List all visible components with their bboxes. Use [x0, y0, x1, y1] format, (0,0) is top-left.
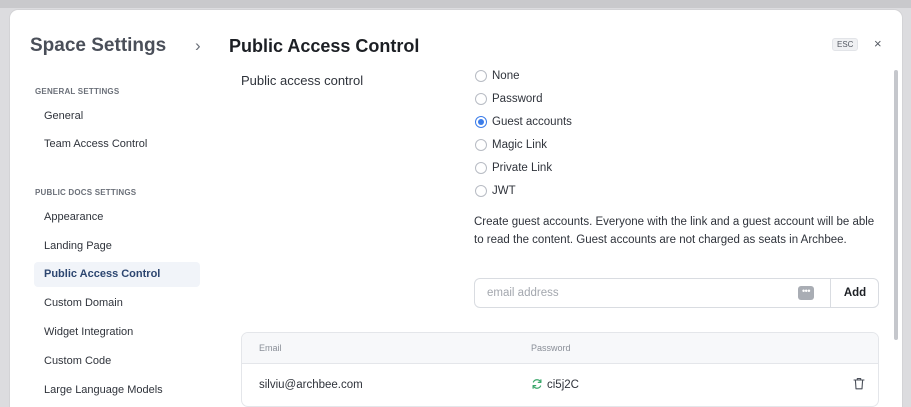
- sidebar-item-general[interactable]: General: [34, 104, 200, 129]
- add-guest-button[interactable]: Add: [831, 279, 879, 307]
- settings-modal: Space Settings › GENERAL SETTINGS Genera…: [10, 10, 902, 407]
- radio-button[interactable]: [475, 185, 487, 197]
- radio-button[interactable]: [475, 139, 487, 151]
- trash-icon[interactable]: [853, 377, 865, 390]
- radio-label: Password: [492, 93, 543, 105]
- settings-sidebar: Space Settings › GENERAL SETTINGS Genera…: [10, 10, 215, 407]
- sidebar-item-custom-domain[interactable]: Custom Domain: [34, 291, 200, 316]
- guest-email-cell: silviu@archbee.com: [259, 379, 363, 391]
- radio-label: Magic Link: [492, 139, 547, 151]
- radio-label: Private Link: [492, 162, 553, 174]
- refresh-icon[interactable]: [531, 378, 543, 390]
- sidebar-item-team-access-control[interactable]: Team Access Control: [34, 132, 200, 157]
- guest-accounts-table: Email Password silviu@archbee.com ci5j2C: [241, 332, 879, 407]
- radio-button[interactable]: [475, 70, 487, 82]
- content-scrollbar[interactable]: [894, 70, 898, 340]
- esc-hint-badge: ESC: [832, 38, 859, 51]
- more-dots-icon[interactable]: •••: [798, 286, 814, 300]
- radio-option-guest-accounts[interactable]: Guest accounts: [475, 114, 572, 130]
- radio-option-password[interactable]: Password: [475, 91, 543, 107]
- close-icon[interactable]: ×: [874, 36, 882, 51]
- radio-button[interactable]: [475, 93, 487, 105]
- radio-option-private-link[interactable]: Private Link: [475, 160, 552, 176]
- sidebar-item-widget-integration[interactable]: Widget Integration: [34, 320, 200, 345]
- section-label-public-docs: PUBLIC DOCS SETTINGS: [35, 188, 137, 197]
- sidebar-item-large-language-models[interactable]: Large Language Models: [34, 378, 200, 403]
- email-address-input[interactable]: [476, 280, 826, 306]
- radio-option-jwt[interactable]: JWT: [475, 183, 516, 199]
- radio-option-magic-link[interactable]: Magic Link: [475, 137, 547, 153]
- sidebar-item-landing-page[interactable]: Landing Page: [34, 234, 200, 259]
- sidebar-item-custom-code[interactable]: Custom Code: [34, 349, 200, 374]
- radio-option-none[interactable]: None: [475, 68, 520, 84]
- table-header: Email Password: [242, 333, 878, 364]
- guest-accounts-description: Create guest accounts. Everyone with the…: [474, 216, 875, 246]
- column-header-email: Email: [259, 343, 282, 353]
- sidebar-item-public-access-control[interactable]: Public Access Control: [34, 262, 200, 287]
- radio-label: JWT: [492, 185, 516, 197]
- radio-label: None: [492, 70, 520, 82]
- backdrop-stripe: [0, 0, 911, 8]
- radio-button[interactable]: [475, 162, 487, 174]
- sidebar-title: Space Settings: [30, 35, 167, 56]
- section-label-general: GENERAL SETTINGS: [35, 87, 120, 96]
- public-access-control-label: Public access control: [241, 73, 364, 88]
- chevron-right-icon: ›: [195, 36, 201, 55]
- column-header-password: Password: [531, 343, 571, 353]
- radio-label: Guest accounts: [492, 116, 572, 128]
- sidebar-item-appearance[interactable]: Appearance: [34, 205, 200, 230]
- guest-password-cell: ci5j2C: [547, 379, 579, 391]
- page-title: Public Access Control: [229, 36, 420, 56]
- guest-email-form: ••• Add: [474, 278, 879, 308]
- radio-button-selected[interactable]: [475, 116, 487, 128]
